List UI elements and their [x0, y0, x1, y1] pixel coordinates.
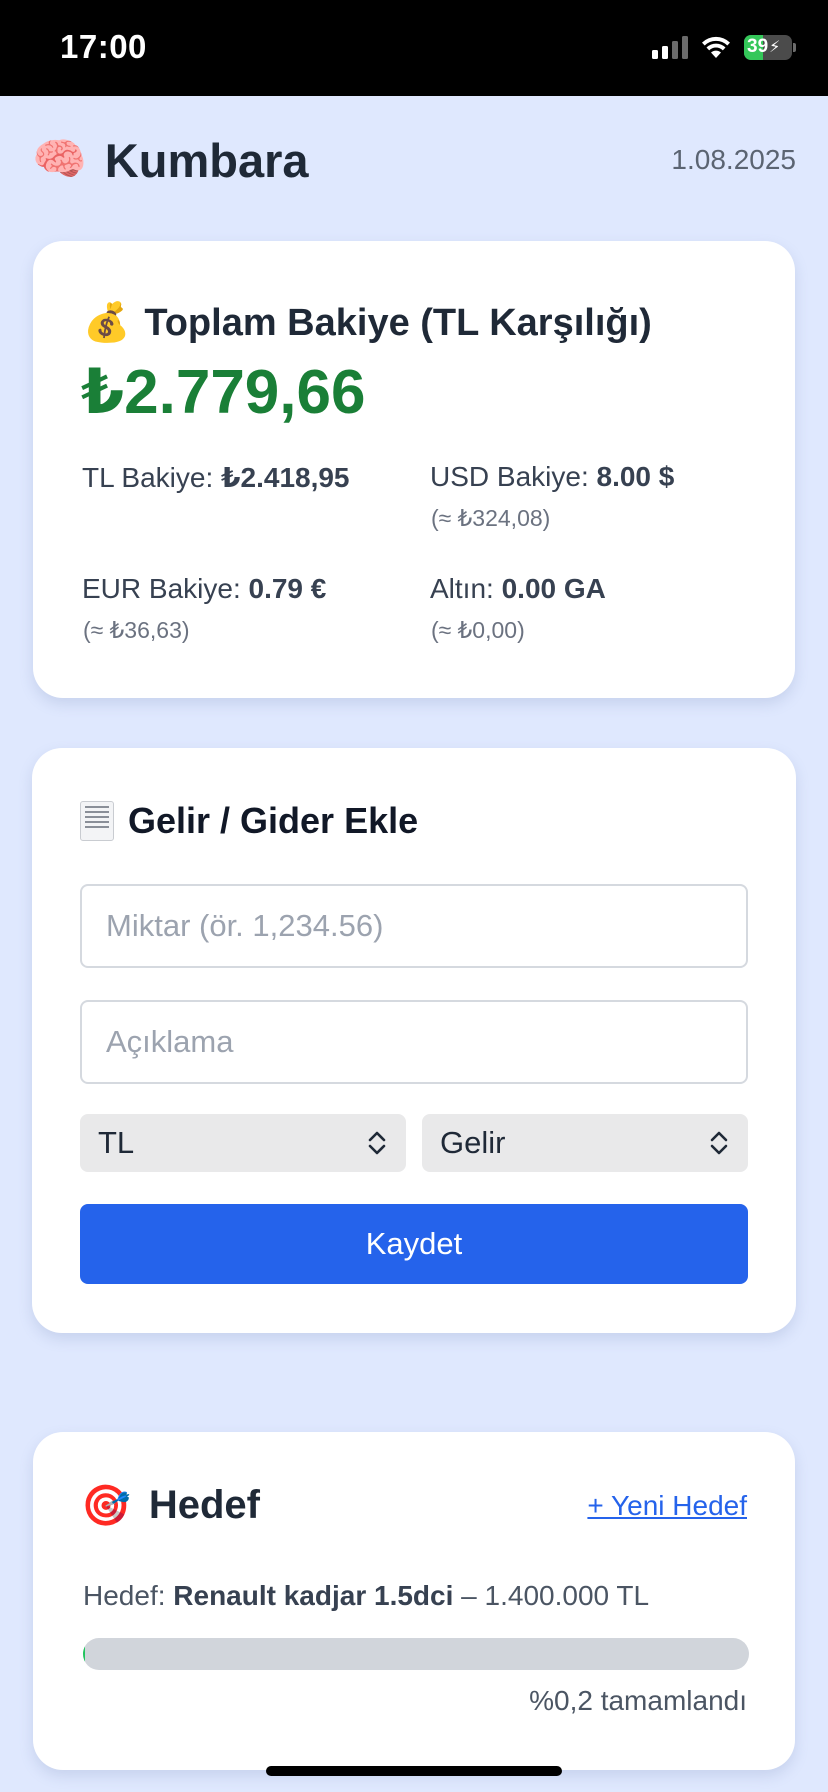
eur-balance: EUR Bakiye: 0.79 € — [82, 573, 326, 605]
eur-balance-label: EUR Bakiye: — [82, 573, 241, 604]
signal-icon — [652, 35, 688, 59]
tl-balance-label: TL Bakiye: — [82, 462, 214, 493]
usd-balance-label: USD Bakiye: — [430, 461, 589, 492]
app-header: 🧠 Kumbara 1.08.2025 — [32, 130, 796, 190]
total-balance: ₺2.779,66 — [81, 358, 366, 427]
balance-card: 💰 Toplam Bakiye (TL Karşılığı) ₺2.779,66… — [33, 241, 795, 698]
type-select[interactable]: Gelir — [422, 1114, 748, 1172]
eur-balance-tl-equivalent: (≈ ₺36,63) — [83, 617, 190, 643]
goal-title: Hedef — [148, 1483, 260, 1527]
type-select-value: Gelir — [440, 1125, 506, 1160]
app-title: Kumbara — [104, 133, 309, 187]
battery-charging-icon: 39 ⚡ — [744, 34, 792, 60]
gold-balance-tl-equivalent: (≈ ₺0,00) — [431, 617, 525, 643]
goal-description: Hedef: Renault kadjar 1.5dci – 1.400.000… — [83, 1580, 649, 1612]
gold-balance: Altın: 0.00 GA — [430, 573, 606, 605]
save-button[interactable]: Kaydet — [80, 1204, 748, 1284]
gold-balance-label: Altın: — [430, 573, 494, 604]
target-icon: 🎯 — [81, 1484, 131, 1528]
goal-name: Renault kadjar 1.5dci — [173, 1580, 454, 1611]
current-date: 1.08.2025 — [671, 144, 796, 175]
gold-balance-value: 0.00 GA — [501, 573, 606, 604]
receipt-icon — [80, 801, 114, 841]
balance-title: 💰 Toplam Bakiye (TL Karşılığı) — [83, 301, 652, 345]
balance-title-text: Toplam Bakiye (TL Karşılığı) — [144, 301, 652, 344]
usd-balance-tl-equivalent: (≈ ₺324,08) — [431, 505, 551, 531]
goal-progress-fill — [83, 1638, 85, 1670]
usd-balance-value: 8.00 $ — [596, 461, 675, 492]
new-goal-link[interactable]: + Yeni Hedef — [587, 1490, 747, 1522]
tl-balance: TL Bakiye: ₺2.418,95 — [82, 461, 350, 494]
goal-progress-text: %0,2 tamamlandı — [529, 1685, 747, 1716]
chevron-up-down-icon — [710, 1131, 728, 1155]
brain-icon: 🧠 — [32, 135, 87, 184]
status-time: 17:00 — [60, 28, 147, 65]
entry-card: Gelir / Gider Ekle TL Gelir Kaydet — [32, 748, 796, 1333]
goal-header: 🎯 Hedef + Yeni Hedef — [81, 1482, 747, 1529]
currency-select[interactable]: TL — [80, 1114, 406, 1172]
eur-balance-value: 0.79 € — [248, 573, 327, 604]
wifi-icon — [702, 36, 730, 58]
usd-balance: USD Bakiye: 8.00 $ — [430, 461, 674, 493]
amount-input[interactable] — [80, 884, 748, 968]
tl-balance-value: ₺2.418,95 — [221, 462, 350, 493]
entry-title-text: Gelir / Gider Ekle — [128, 800, 419, 841]
money-bag-icon: 💰 — [83, 302, 131, 344]
status-icons: 39 ⚡ — [652, 34, 796, 60]
goal-amount: – 1.400.000 TL — [461, 1580, 650, 1611]
battery-level: 39 — [747, 36, 769, 57]
status-bar: 17:00 39 ⚡ — [0, 0, 828, 96]
chevron-up-down-icon — [368, 1131, 386, 1155]
entry-title: Gelir / Gider Ekle — [80, 800, 418, 842]
goal-label: Hedef: — [83, 1580, 166, 1611]
goal-card: 🎯 Hedef + Yeni Hedef Hedef: Renault kadj… — [33, 1432, 795, 1770]
goal-progress-bar — [83, 1638, 749, 1670]
currency-select-value: TL — [98, 1125, 135, 1160]
home-indicator[interactable] — [266, 1766, 562, 1776]
description-input[interactable] — [80, 1000, 748, 1084]
